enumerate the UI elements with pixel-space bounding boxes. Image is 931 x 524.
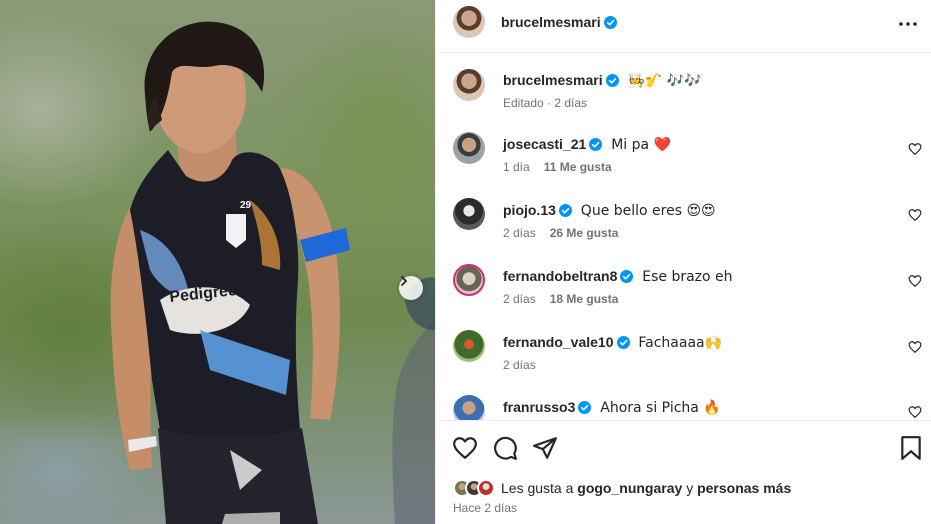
post-panel: brucelmesmari brucelmesmari 🧑‍🍳🎷 🎶🎶 Edit… [435, 0, 931, 524]
caption-author-avatar[interactable] [453, 69, 485, 101]
caption-text: 🧑‍🍳🎷 🎶🎶 [627, 73, 702, 89]
verified-icon [620, 270, 634, 283]
comment-meta: 1 día 11 Me gusta [503, 160, 612, 174]
post-actions: Les gusta a gogo_nungaray y personas más… [436, 420, 931, 524]
likes-others[interactable]: personas más [697, 480, 791, 496]
player-illustration: 29 Pedigree [110, 21, 435, 524]
heart-icon[interactable] [452, 435, 478, 461]
share-icon[interactable] [532, 435, 558, 461]
verified-icon [605, 74, 619, 87]
more-icon [899, 22, 917, 26]
comment-text: Mi pa ❤️ [611, 137, 671, 153]
comment-text: Ese brazo eh [642, 269, 733, 285]
verified-icon [578, 401, 592, 414]
comment-avatar[interactable] [453, 330, 485, 362]
likes-summary[interactable]: Les gusta a gogo_nungaray y personas más [453, 477, 791, 499]
comment-text: Ahora si Picha 🔥 [600, 400, 721, 416]
comment-likes[interactable]: 18 Me gusta [550, 292, 619, 306]
comment-row: fernandobeltran8 Ese brazo eh 2 días 18 M… [436, 264, 931, 330]
comment-time: 1 día [503, 160, 530, 174]
caption-meta: Editado · 2 días [503, 96, 588, 110]
comment-user: fernando_vale10 Fachaaaa🙌 [503, 334, 722, 351]
comment-username[interactable]: fernandobeltran8 [503, 268, 617, 284]
caption-author: brucelmesmari 🧑‍🍳🎷 🎶🎶 [503, 72, 702, 89]
comment-username[interactable]: piojo.13 [503, 202, 556, 218]
comment-time: 2 días [503, 358, 536, 372]
comment-time: 2 días [503, 292, 536, 306]
post-header: brucelmesmari [436, 0, 931, 53]
comment-avatar[interactable] [453, 198, 485, 230]
heart-icon[interactable] [908, 208, 922, 222]
verified-icon [616, 336, 630, 349]
comment-meta: 2 días 18 Me gusta [503, 292, 618, 306]
heart-icon[interactable] [908, 274, 922, 288]
likes-prefix: Les gusta a [501, 480, 574, 496]
caption-author-username[interactable]: brucelmesmari [503, 72, 603, 88]
comment-user: franrusso3 Ahora si Picha 🔥 [503, 399, 721, 416]
comment-username[interactable]: franrusso3 [503, 399, 575, 415]
likes-text: Les gusta a gogo_nungaray y personas más [501, 480, 791, 496]
heart-icon[interactable] [908, 405, 922, 419]
comment-user: josecasti_21 Mi pa ❤️ [503, 136, 671, 153]
comment-avatar[interactable] [453, 132, 485, 164]
chevron-right-icon [401, 276, 407, 286]
next-image-button[interactable] [399, 276, 423, 300]
comment-text: Fachaaaa🙌 [638, 335, 723, 351]
comment-meta: 2 días [503, 358, 536, 372]
heart-icon[interactable] [908, 142, 922, 156]
comment-row: fernando_vale10 Fachaaaa🙌 2 días [436, 330, 931, 396]
post-time: Hace 2 días [453, 501, 518, 515]
more-options-button[interactable] [896, 12, 920, 36]
comment-row: josecasti_21 Mi pa ❤️ 1 día 11 Me gusta [436, 132, 931, 198]
jersey-number: 29 [240, 200, 252, 211]
post-photo[interactable]: 29 Pedigree [0, 0, 435, 524]
likes-middle: y [686, 480, 694, 496]
comment-likes[interactable]: 11 Me gusta [544, 160, 612, 174]
liker-avatar [477, 479, 495, 497]
comment-likes[interactable]: 26 Me gusta [550, 226, 619, 240]
comment-user: piojo.13 Que bello eres 😍😍 [503, 202, 716, 219]
author-username-text[interactable]: brucelmesmari [501, 14, 601, 30]
comment-row: piojo.13 Que bello eres 😍😍 2 días 26 Me g… [436, 198, 931, 264]
verified-icon [558, 204, 572, 217]
author-username[interactable]: brucelmesmari [501, 14, 617, 30]
comment-avatar[interactable] [453, 264, 485, 296]
comment-icon[interactable] [492, 435, 518, 461]
comment-username[interactable]: josecasti_21 [503, 136, 586, 152]
comment-time: 2 días [503, 226, 536, 240]
comment-username[interactable]: fernando_vale10 [503, 334, 614, 350]
author-avatar[interactable] [453, 6, 485, 38]
heart-icon[interactable] [908, 340, 922, 354]
comment-text: Que bello eres 😍😍 [580, 203, 716, 219]
bookmark-icon[interactable] [898, 435, 924, 461]
verified-icon [589, 138, 603, 151]
verified-icon [603, 16, 617, 29]
likes-user[interactable]: gogo_nungaray [577, 480, 682, 496]
comment-user: fernandobeltran8 Ese brazo eh [503, 268, 733, 285]
comment-meta: 2 días 26 Me gusta [503, 226, 618, 240]
